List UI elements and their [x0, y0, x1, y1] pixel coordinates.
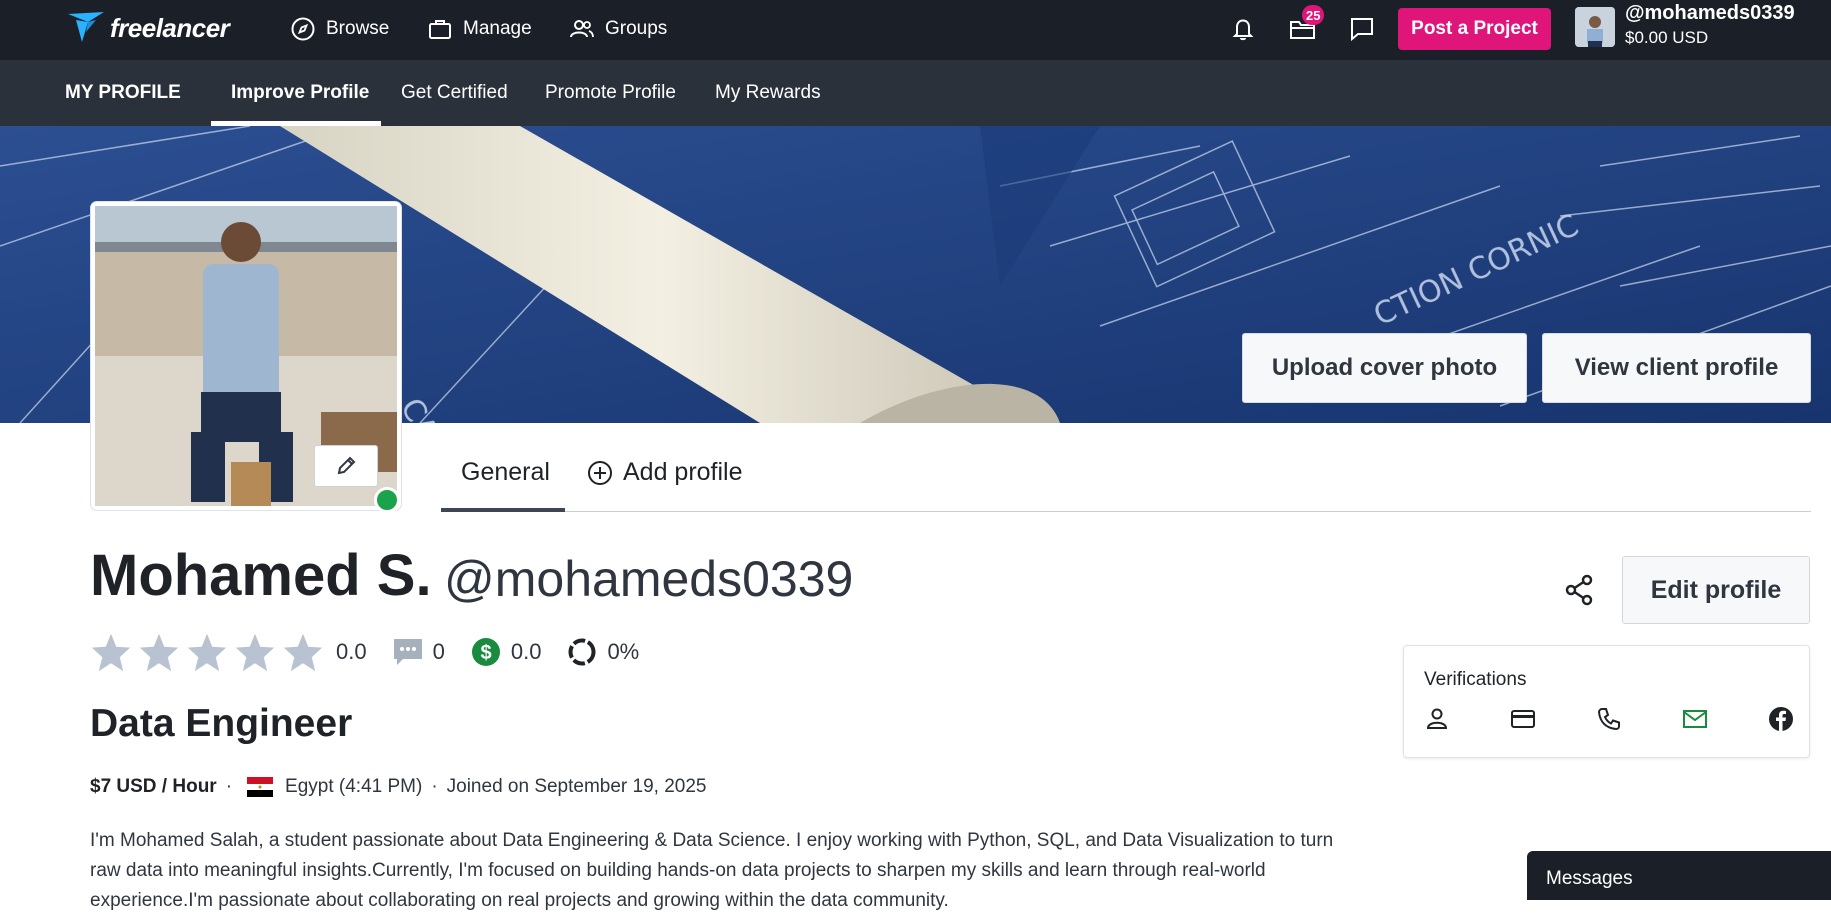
tab-active-indicator: [441, 508, 565, 512]
online-status-indicator: [374, 487, 400, 513]
tab-add-profile-label: Add profile: [623, 458, 743, 486]
pencil-icon: [337, 456, 356, 475]
verification-icons: [1424, 706, 1794, 732]
verifications-card: Verifications: [1403, 645, 1810, 758]
completion-rate: 0%: [607, 639, 640, 664]
subnav-promote-profile[interactable]: Promote Profile: [545, 82, 676, 104]
joined-date: Joined on September 19, 2025: [446, 776, 707, 797]
post-project-button[interactable]: Post a Project: [1398, 8, 1551, 50]
users-icon: [570, 20, 594, 38]
tabs-divider: [441, 511, 1811, 512]
user-avatar[interactable]: [1575, 7, 1615, 47]
phone-icon[interactable]: [1596, 706, 1622, 732]
freelancer-bird-icon: [68, 12, 104, 42]
user-name[interactable]: @mohameds0339: [1625, 2, 1795, 25]
star-icon: [139, 633, 179, 672]
user-balance: $0.00 USD: [1625, 28, 1709, 47]
nav-manage-label: Manage: [463, 18, 532, 39]
nav-groups-label: Groups: [605, 18, 668, 39]
edit-profile-button[interactable]: Edit profile: [1622, 556, 1810, 624]
subnav-get-certified[interactable]: Get Certified: [401, 82, 508, 104]
profile-location: Egypt (4:41 PM): [285, 776, 423, 797]
verifications-title: Verifications: [1424, 669, 1527, 690]
profile-bio: I'm Mohamed Salah, a student passionate …: [90, 830, 1334, 911]
briefcase-icon: [429, 20, 451, 39]
facebook-icon[interactable]: [1768, 706, 1794, 732]
upload-cover-photo-button[interactable]: Upload cover photo: [1242, 333, 1527, 403]
earnings-score: 0.0: [510, 639, 542, 664]
my-profile-label: MY PROFILE: [65, 82, 181, 103]
email-verified-icon[interactable]: [1682, 706, 1708, 732]
share-button[interactable]: [1561, 572, 1597, 608]
notifications-button[interactable]: [1228, 14, 1258, 44]
edit-avatar-button[interactable]: [314, 445, 378, 487]
top-navigation: freelancer Browse Manage Groups 25 Post …: [0, 0, 1831, 60]
reviews-count: 0: [432, 639, 445, 664]
profile-title: Data Engineer: [90, 702, 353, 745]
star-icon: [283, 633, 323, 672]
tab-general[interactable]: General: [461, 458, 550, 487]
nav-manage[interactable]: Manage: [427, 16, 532, 42]
payment-card-icon[interactable]: [1510, 706, 1536, 732]
nav-groups[interactable]: Groups: [569, 16, 667, 42]
identity-icon[interactable]: [1424, 706, 1450, 732]
plus-circle-icon: [588, 460, 612, 485]
profile-subnav: MY PROFILE Improve Profile Get Certified…: [0, 60, 1831, 126]
star-icon: [91, 633, 131, 672]
profile-handle: @mohameds0339: [444, 551, 854, 607]
nav-browse-label: Browse: [326, 18, 390, 39]
nav-browse[interactable]: Browse: [290, 16, 389, 42]
projects-badge: 25: [1302, 5, 1325, 25]
hourly-rate: $7 USD / Hour: [90, 776, 217, 797]
view-client-profile-button[interactable]: View client profile: [1542, 333, 1811, 403]
share-icon: [1565, 574, 1593, 606]
star-icon: [187, 633, 227, 672]
logo-text: freelancer: [110, 12, 230, 43]
svg-text:$: $: [480, 642, 491, 664]
messages-dock[interactable]: Messages: [1527, 851, 1831, 900]
egypt-flag-icon: [247, 777, 274, 797]
profile-meta: $7 USD / Hour · Egypt (4:41 PM) · Joined…: [90, 776, 707, 797]
subnav-my-rewards[interactable]: My Rewards: [715, 82, 821, 104]
tab-add-profile[interactable]: Add profile: [587, 458, 743, 487]
rating-stars: [90, 632, 324, 672]
messages-label: Messages: [1546, 868, 1633, 889]
subnav-improve-profile[interactable]: Improve Profile: [231, 82, 369, 104]
rating-value: 0.0: [336, 639, 367, 664]
dollar-icon: $: [471, 637, 501, 667]
completion-ring-icon: [567, 637, 597, 667]
freelancer-logo[interactable]: freelancer: [66, 8, 230, 48]
star-icon: [235, 633, 275, 672]
compass-icon: [291, 17, 315, 41]
profile-name: Mohamed S.: [90, 543, 432, 608]
chat-icon: [1351, 18, 1373, 42]
bell-icon: [1232, 19, 1254, 41]
reviews-icon: [393, 638, 423, 666]
profile-stats: 0.0 0 $ 0.0 0%: [90, 632, 639, 672]
messages-button[interactable]: [1347, 14, 1377, 44]
